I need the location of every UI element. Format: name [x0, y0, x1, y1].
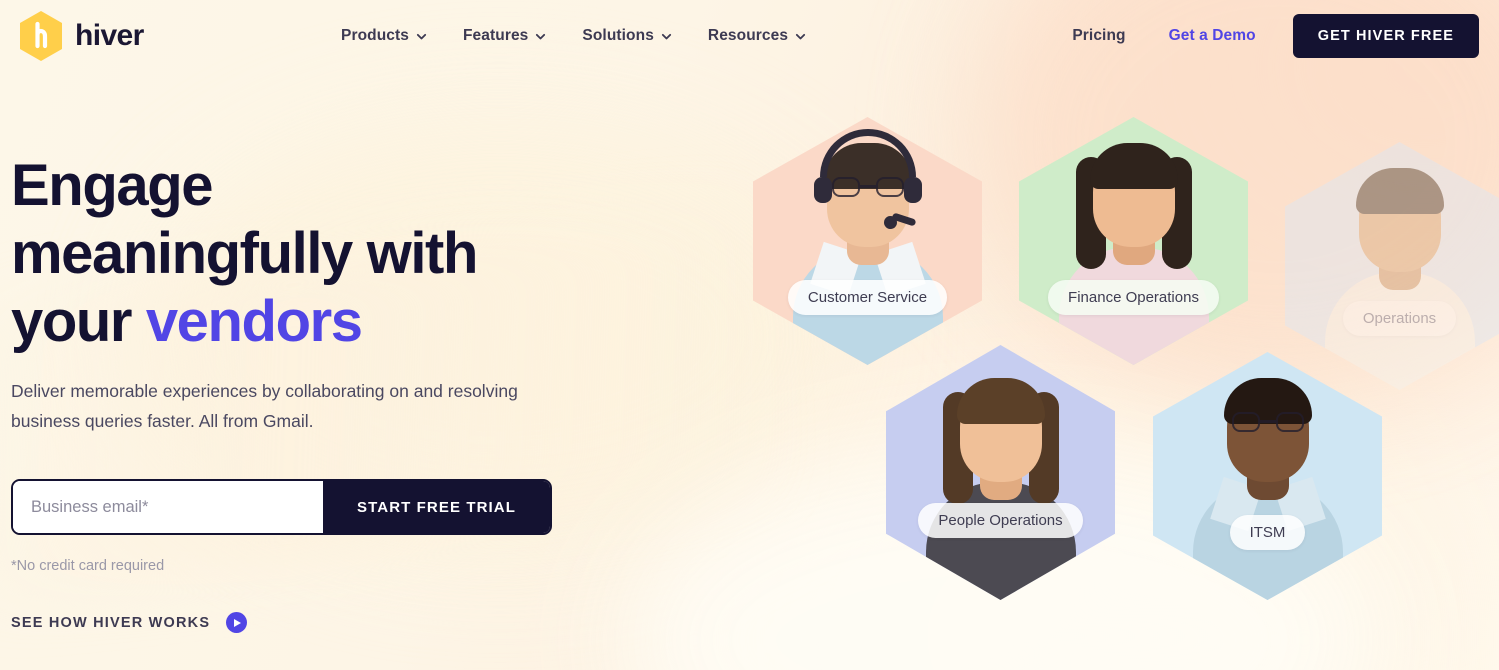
chevron-down-icon	[416, 33, 427, 39]
get-a-demo-link[interactable]: Get a Demo	[1169, 27, 1256, 45]
hexagon-h-logo-icon	[20, 11, 62, 61]
signup-form: START FREE TRIAL	[11, 479, 552, 535]
see-how-label: SEE HOW HIVER WORKS	[11, 614, 211, 631]
logo-text: hiver	[75, 19, 144, 52]
hero-content: Engage meaningfully with your vendors De…	[11, 152, 631, 633]
chevron-down-icon	[536, 33, 546, 39]
persona-card-customer-service[interactable]: Customer Service	[753, 117, 982, 365]
persona-card-itsm[interactable]: ITSM	[1153, 352, 1382, 600]
start-free-trial-button[interactable]: START FREE TRIAL	[323, 481, 550, 533]
site-header: hiver Products Features Solutions Resour…	[0, 0, 1499, 72]
persona-portrait-people-operations	[886, 345, 1115, 600]
persona-label-finance-operations: Finance Operations	[1048, 280, 1219, 315]
nav-item-products[interactable]: Products	[341, 27, 427, 45]
persona-portrait-customer-service	[753, 117, 982, 365]
headline-accent-word: vendors	[145, 289, 363, 354]
logo[interactable]: hiver	[18, 10, 144, 62]
hero-subheadline: Deliver memorable experiences by collabo…	[11, 381, 518, 431]
persona-portrait-operations	[1285, 142, 1499, 390]
persona-label-itsm: ITSM	[1229, 515, 1306, 550]
persona-card-people-operations[interactable]: People Operations	[886, 345, 1115, 600]
chevron-down-icon	[661, 33, 672, 39]
play-icon[interactable]	[226, 612, 248, 633]
main-navigation: Products Features Solutions Resources	[341, 27, 806, 45]
header-actions: Pricing Get a Demo GET HIVER FREE	[1072, 14, 1479, 58]
nav-label-solutions: Solutions	[582, 27, 654, 44]
business-email-input[interactable]	[13, 481, 324, 533]
see-how-hiver-works-link[interactable]: SEE HOW HIVER WORKS	[11, 612, 631, 633]
persona-label-customer-service: Customer Service	[787, 280, 948, 315]
headline-line-1: Engage	[11, 153, 213, 218]
nav-item-features[interactable]: Features	[463, 27, 546, 45]
persona-label-people-operations: People Operations	[918, 503, 1083, 538]
nav-item-solutions[interactable]: Solutions	[582, 27, 672, 45]
page-title: Engage meaningfully with your vendors	[11, 152, 631, 356]
headline-line-3: your	[11, 289, 146, 354]
persona-card-finance-operations[interactable]: Finance Operations	[1019, 117, 1248, 365]
no-credit-card-note: *No credit card required	[11, 558, 165, 574]
persona-portrait-itsm	[1153, 352, 1382, 600]
chevron-down-icon	[796, 33, 806, 39]
persona-card-operations[interactable]: Operations	[1285, 142, 1499, 390]
nav-label-products: Products	[341, 27, 409, 44]
nav-label-resources: Resources	[707, 27, 789, 44]
nav-item-resources[interactable]: Resources	[708, 27, 806, 45]
nav-label-features: Features	[462, 27, 529, 44]
persona-label-operations: Operations	[1342, 301, 1457, 336]
get-hiver-free-button[interactable]: GET HIVER FREE	[1292, 14, 1479, 58]
nav-item-pricing[interactable]: Pricing	[1072, 27, 1125, 45]
persona-portrait-finance-operations	[1019, 117, 1248, 365]
headline-line-2: meaningfully with	[11, 221, 478, 286]
